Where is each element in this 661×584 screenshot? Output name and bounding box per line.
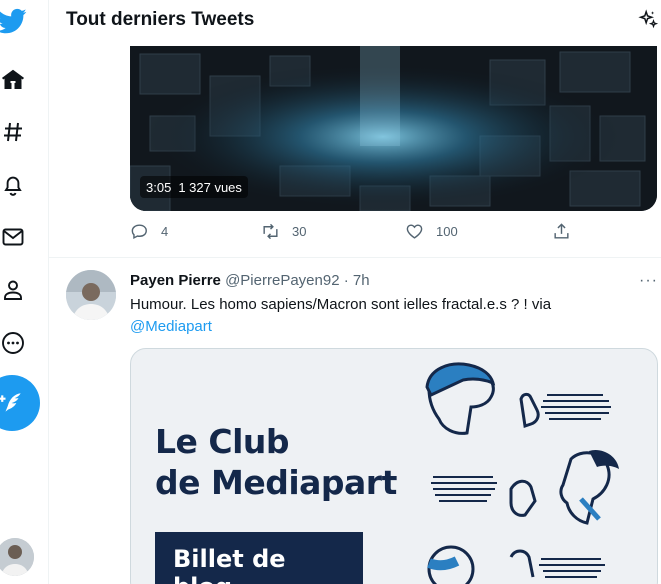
video-info-badge: 3:05 1 327 vues <box>140 176 248 198</box>
more-circle-icon[interactable] <box>0 330 26 356</box>
tweet-actions: 4 30 100 <box>130 222 657 246</box>
person-icon[interactable] <box>0 277 26 303</box>
tweet-text: Humour. Les homo sapiens/Macron sont iel… <box>130 294 650 338</box>
like-count: 100 <box>436 224 458 239</box>
reply-count: 4 <box>161 224 169 239</box>
like-button[interactable]: 100 <box>405 222 458 241</box>
link-card[interactable]: Le Club de Mediapart Billet de blog <box>130 348 658 584</box>
meta-separator: · <box>343 272 349 289</box>
home-icon[interactable] <box>0 67 26 93</box>
timeline-header: Tout derniers Tweets <box>49 0 661 46</box>
tweet-divider <box>49 257 661 258</box>
tweet-time[interactable]: 7h <box>353 272 370 289</box>
retweet-button[interactable]: 30 <box>261 222 306 241</box>
video-views: 1 327 vues <box>178 179 242 195</box>
tweet-video[interactable]: 3:05 1 327 vues <box>130 46 657 211</box>
reply-icon <box>131 224 147 239</box>
share-icon <box>554 223 569 239</box>
video-duration: 3:05 <box>146 179 172 195</box>
more-options-button[interactable]: ··· <box>639 272 658 290</box>
retweet-icon <box>263 223 278 240</box>
bird-icon[interactable] <box>0 6 28 36</box>
author-name[interactable]: Payen Pierre <box>130 272 221 289</box>
page-title: Tout derniers Tweets <box>66 9 255 30</box>
timeline-column: Tout derniers Tweets 3:05 1 327 vues 4 3… <box>48 0 661 584</box>
heart-icon <box>406 224 423 239</box>
card-title-line-1: Le Club <box>155 422 290 461</box>
bell-icon[interactable] <box>0 172 26 198</box>
hashtag-icon[interactable] <box>0 119 26 145</box>
tweet-header: Payen Pierre @PierrePayen92 · 7h <box>130 272 370 289</box>
sidebar <box>0 0 50 584</box>
retweet-count: 30 <box>292 224 307 239</box>
envelope-icon[interactable] <box>0 224 26 250</box>
compose-button[interactable] <box>0 375 40 431</box>
share-button[interactable] <box>552 222 571 241</box>
mention-link[interactable]: @Mediapart <box>130 318 212 335</box>
account-avatar[interactable] <box>0 538 34 576</box>
reply-button[interactable]: 4 <box>130 222 168 241</box>
card-badge: Billet de blog <box>155 532 363 584</box>
author-handle[interactable]: @PierrePayen92 <box>225 272 339 289</box>
twitter-app: Tout derniers Tweets 3:05 1 327 vues 4 3… <box>0 0 661 584</box>
avatar[interactable] <box>66 270 116 320</box>
feather-plus-icon <box>0 393 21 412</box>
tweet-body: Humour. Les homo sapiens/Macron sont iel… <box>130 296 552 313</box>
sparkle-icon[interactable] <box>637 9 659 31</box>
card-illustration <box>425 362 619 584</box>
card-title: Le Club de Mediapart <box>155 421 397 503</box>
card-title-line-2: de Mediapart <box>155 463 397 502</box>
